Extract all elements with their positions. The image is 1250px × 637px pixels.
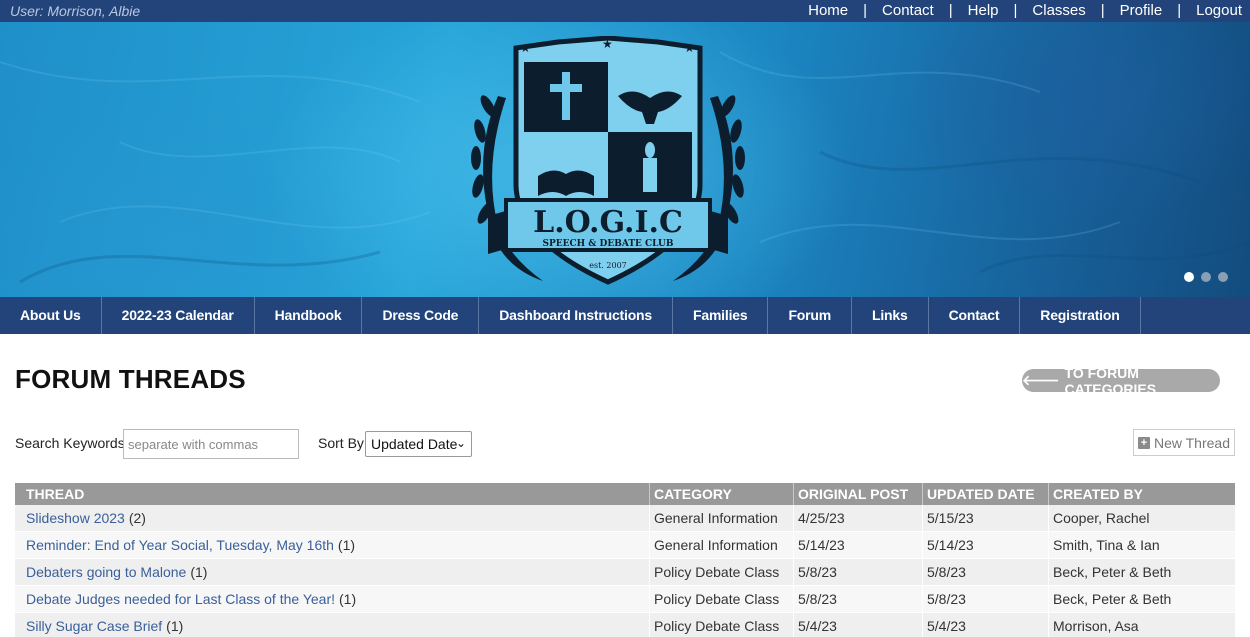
- table-row: Slideshow 2023 (2) General Information 4/…: [15, 505, 1235, 532]
- top-link-contact[interactable]: Contact: [882, 2, 934, 19]
- logic-crest-logo: ★ ★ ★ L.O.G.I.C SPEECH & DEBATE CLUB est…: [471, 36, 745, 285]
- category-cell: General Information: [649, 532, 793, 558]
- nav-handbook[interactable]: Handbook: [255, 297, 363, 334]
- thread-cell: Debate Judges needed for Last Class of t…: [15, 586, 649, 612]
- sort-by-label: Sort By: [318, 435, 364, 451]
- table-row: Debate Judges needed for Last Class of t…: [15, 586, 1235, 613]
- created-by-cell: Beck, Peter & Beth: [1048, 586, 1235, 612]
- top-link-profile[interactable]: Profile: [1120, 2, 1163, 19]
- search-keywords-label: Search Keywords: [15, 435, 125, 451]
- top-links: Home | Contact | Help | Classes | Profil…: [808, 2, 1242, 19]
- category-cell: Policy Debate Class: [649, 559, 793, 585]
- sort-by-value: Updated Date: [371, 436, 458, 452]
- main-nav: About Us 2022-23 Calendar Handbook Dress…: [0, 297, 1250, 334]
- new-thread-button[interactable]: + New Thread: [1133, 429, 1235, 456]
- table-row: Debaters going to Malone (1) Policy Debat…: [15, 559, 1235, 586]
- reply-count: (1): [337, 537, 356, 553]
- new-thread-label: New Thread: [1153, 434, 1230, 451]
- thread-cell: Slideshow 2023 (2): [15, 505, 649, 531]
- table-row: Silly Sugar Case Brief (1) Policy Debate …: [15, 613, 1235, 637]
- carousel-dot[interactable]: [1184, 272, 1194, 282]
- reply-count: (1): [190, 564, 208, 580]
- original-post-cell: 5/8/23: [793, 559, 922, 585]
- thread-cell: Silly Sugar Case Brief (1): [15, 613, 649, 637]
- thread-link[interactable]: Slideshow 2023: [26, 510, 125, 526]
- nav-about-us[interactable]: About Us: [0, 297, 102, 334]
- nav-registration[interactable]: Registration: [1020, 297, 1141, 334]
- created-by-cell: Morrison, Asa: [1048, 613, 1235, 637]
- carousel-dots: [1184, 272, 1228, 282]
- created-by-cell: Smith, Tina & Ian: [1048, 532, 1235, 558]
- crest-subtitle: SPEECH & DEBATE CLUB: [543, 239, 674, 249]
- category-cell: General Information: [649, 505, 793, 531]
- nav-dashboard-instructions[interactable]: Dashboard Instructions: [479, 297, 673, 334]
- separator: |: [948, 2, 953, 19]
- thread-cell: Debaters going to Malone (1): [15, 559, 649, 585]
- thread-link[interactable]: Debate Judges needed for Last Class of t…: [26, 591, 335, 607]
- column-header-category[interactable]: CATEGORY: [649, 483, 793, 505]
- table-header: THREAD CATEGORY ORIGINAL POST UPDATED DA…: [15, 483, 1235, 505]
- nav-calendar[interactable]: 2022-23 Calendar: [102, 297, 255, 334]
- top-link-home[interactable]: Home: [808, 2, 848, 19]
- thread-link[interactable]: Silly Sugar Case Brief: [26, 618, 162, 634]
- nav-families[interactable]: Families: [673, 297, 769, 334]
- column-header-original-post[interactable]: ORIGINAL POST: [793, 483, 922, 505]
- updated-date-cell: 5/8/23: [922, 586, 1048, 612]
- updated-date-cell: 5/14/23: [922, 532, 1048, 558]
- forum-threads-table: THREAD CATEGORY ORIGINAL POST UPDATED DA…: [15, 483, 1235, 637]
- arrow-left-icon: 🡐: [1022, 372, 1060, 388]
- separator: |: [1100, 2, 1105, 19]
- svg-text:★: ★: [602, 37, 613, 51]
- to-forum-categories-button[interactable]: 🡐 TO FORUM CATEGORIES: [1022, 365, 1220, 397]
- category-cell: Policy Debate Class: [649, 586, 793, 612]
- updated-date-cell: 5/4/23: [922, 613, 1048, 637]
- thread-cell: Reminder: End of Year Social, Tuesday, M…: [15, 532, 649, 558]
- search-keywords-input[interactable]: [123, 429, 299, 459]
- svg-text:★: ★: [684, 41, 695, 55]
- updated-date-cell: 5/15/23: [922, 505, 1048, 531]
- reply-count: (1): [166, 618, 184, 634]
- category-cell: Policy Debate Class: [649, 613, 793, 637]
- back-button-label: TO FORUM CATEGORIES: [1064, 364, 1157, 397]
- original-post-cell: 4/25/23: [793, 505, 922, 531]
- table-row: Reminder: End of Year Social, Tuesday, M…: [15, 532, 1235, 559]
- plus-square-icon: +: [1137, 436, 1150, 449]
- nav-links[interactable]: Links: [852, 297, 929, 334]
- separator: |: [1177, 2, 1182, 19]
- svg-text:★: ★: [520, 41, 531, 55]
- original-post-cell: 5/8/23: [793, 586, 922, 612]
- updated-date-cell: 5/8/23: [922, 559, 1048, 585]
- created-by-cell: Beck, Peter & Beth: [1048, 559, 1235, 585]
- created-by-cell: Cooper, Rachel: [1048, 505, 1235, 531]
- reply-count: (1): [339, 591, 357, 607]
- top-link-logout[interactable]: Logout: [1196, 2, 1242, 19]
- current-user: User: Morrison, Albie: [10, 3, 141, 19]
- column-header-thread[interactable]: THREAD: [15, 483, 649, 505]
- nav-forum[interactable]: Forum: [768, 297, 852, 334]
- separator: |: [863, 2, 868, 19]
- page-title: FORUM THREADS: [15, 364, 246, 394]
- separator: |: [1013, 2, 1018, 19]
- thread-link[interactable]: Debaters going to Malone: [26, 564, 186, 580]
- top-link-help[interactable]: Help: [968, 2, 999, 19]
- original-post-cell: 5/14/23: [793, 532, 922, 558]
- original-post-cell: 5/4/23: [793, 613, 922, 637]
- top-link-classes[interactable]: Classes: [1032, 2, 1085, 19]
- carousel-dot[interactable]: [1201, 272, 1211, 282]
- column-header-created-by[interactable]: CREATED BY: [1048, 483, 1235, 505]
- crest-est: est. 2007: [589, 261, 627, 270]
- nav-dress-code[interactable]: Dress Code: [362, 297, 480, 334]
- nav-contact[interactable]: Contact: [929, 297, 1021, 334]
- chevron-down-icon: ⌄: [455, 436, 466, 450]
- carousel-dot[interactable]: [1218, 272, 1228, 282]
- sort-by-select[interactable]: Updated Date ⌄: [365, 431, 472, 457]
- crest-title: L.O.G.I.C: [533, 205, 683, 240]
- reply-count: (2): [128, 510, 146, 526]
- thread-link[interactable]: Reminder: End of Year Social, Tuesday, M…: [26, 537, 334, 553]
- column-header-updated-date[interactable]: UPDATED DATE: [922, 483, 1048, 505]
- top-bar: User: Morrison, Albie Home | Contact | H…: [0, 0, 1250, 22]
- hero-banner: ★ ★ ★ L.O.G.I.C SPEECH & DEBATE CLUB est…: [0, 22, 1250, 297]
